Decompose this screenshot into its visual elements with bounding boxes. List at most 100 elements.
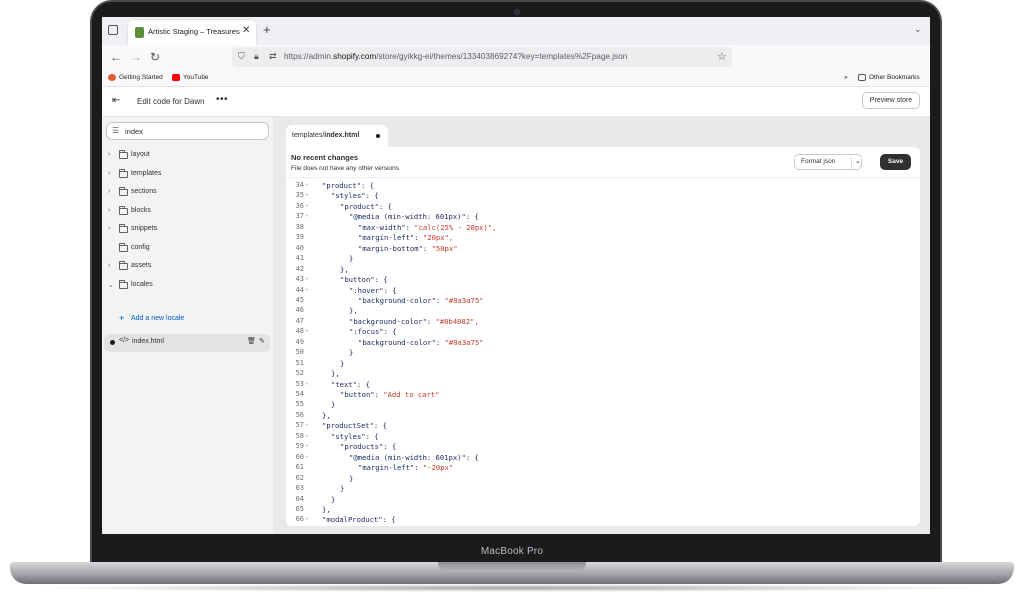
code-line[interactable]: 54 "button": "Add to cart": [286, 389, 920, 400]
code-line[interactable]: 63}: [286, 483, 920, 494]
add-locale-link[interactable]: + Add a new locale: [102, 311, 273, 329]
format-json-button[interactable]: Format json ⌄: [794, 154, 862, 170]
code-line[interactable]: 50}: [286, 347, 920, 358]
tree-item-assets[interactable]: › assets: [102, 258, 273, 276]
code-line[interactable]: 61 "margin-left": "-20px": [286, 462, 920, 473]
code-line[interactable]: 49 "background-color": "#0a3a75": [286, 337, 920, 348]
fold-chevron-icon[interactable]: ⌄: [305, 274, 309, 281]
code-line[interactable]: 48 ⌄ ":focus": {: [286, 326, 920, 337]
file-search-input[interactable]: ☰ index: [106, 122, 269, 140]
code-text: "modalProduct": {: [322, 515, 396, 525]
chevron-down-icon[interactable]: ⌄: [914, 24, 922, 35]
chevron-right-icon[interactable]: ›: [108, 225, 110, 232]
fold-chevron-icon[interactable]: ⌄: [305, 420, 309, 427]
more-bookmarks-icon[interactable]: »: [844, 74, 848, 81]
code-line[interactable]: 56},: [286, 410, 920, 421]
fold-chevron-icon[interactable]: ⌄: [305, 452, 309, 459]
back-icon[interactable]: ←: [110, 50, 122, 64]
json-string-value: "Add to cart": [383, 390, 440, 399]
code-line[interactable]: 43 ⌄ "button": {: [286, 274, 920, 285]
code-line[interactable]: 34 ⌄ "product": {: [286, 180, 920, 191]
code-line[interactable]: 45 "background-color": "#0a3a75": [286, 295, 920, 306]
line-number: 44: [295, 285, 304, 294]
code-line[interactable]: 59 ⌄ "products": {: [286, 441, 920, 452]
code-text: },: [331, 369, 340, 379]
permissions-icon[interactable]: ⇄: [269, 51, 277, 62]
fold-chevron-icon[interactable]: ⌄: [305, 201, 309, 208]
editor-tab[interactable]: templates/index.html: [286, 125, 388, 147]
code-line[interactable]: 58 ⌄ "styles": {: [286, 431, 920, 442]
fold-chevron-icon[interactable]: ⌄: [305, 190, 309, 197]
trash-icon[interactable]: 🗑︎: [247, 337, 256, 345]
code-line[interactable]: 44 ⌄ ":hover": {: [286, 285, 920, 296]
fold-chevron-icon[interactable]: ⌄: [305, 180, 309, 187]
new-tab-icon[interactable]: +: [263, 22, 271, 37]
code-line[interactable]: 60 ⌄ "@media (min-width: 601px)": {: [286, 452, 920, 463]
preview-store-button[interactable]: Preview store: [862, 92, 920, 109]
more-actions-icon[interactable]: •••: [216, 94, 228, 105]
code-line[interactable]: 38 "max-width": "calc(25% - 20px)",: [286, 222, 920, 233]
code-line[interactable]: 64}: [286, 494, 920, 505]
fold-chevron-icon[interactable]: ⌄: [305, 441, 309, 448]
code-line[interactable]: 41}: [286, 253, 920, 264]
chevron-right-icon[interactable]: ›: [108, 188, 110, 195]
chevron-right-icon[interactable]: ›: [108, 170, 110, 177]
tree-item-blocks[interactable]: › blocks: [102, 203, 273, 221]
chevron-right-icon[interactable]: ›: [108, 151, 110, 158]
tree-item-sections[interactable]: › sections: [102, 184, 273, 202]
code-line[interactable]: 35 ⌄ "styles": {: [286, 190, 920, 201]
tree-item-config[interactable]: config: [102, 240, 273, 258]
fold-chevron-icon[interactable]: ⌄: [305, 379, 309, 386]
url-bar[interactable]: ⛉ 🔒︎ ⇄ https://admin.shopify.com/store/g…: [232, 47, 732, 67]
code-text: }: [349, 348, 354, 358]
tree-item-snippets[interactable]: › snippets: [102, 221, 273, 239]
chevron-right-icon[interactable]: ›: [108, 207, 110, 214]
lock-icon[interactable]: 🔒︎: [254, 51, 259, 62]
exit-icon[interactable]: ⇤: [112, 95, 120, 106]
code-line[interactable]: 55}: [286, 399, 920, 410]
code-line[interactable]: 36 ⌄ "product": {: [286, 201, 920, 212]
code-line[interactable]: 40 "margin-bottom": "50px": [286, 243, 920, 254]
forward-icon[interactable]: →: [130, 50, 142, 64]
tree-item-locales[interactable]: ⌄ locales: [102, 277, 273, 295]
code-line[interactable]: 53 ⌄ "text": {: [286, 379, 920, 390]
url-text[interactable]: https://admin.shopify.com/store/gyikkg-e…: [284, 52, 627, 61]
tree-item-layout[interactable]: › layout: [102, 147, 273, 165]
code-line[interactable]: 57 ⌄ "productSet": {: [286, 420, 920, 431]
chevron-right-icon[interactable]: ›: [108, 262, 110, 269]
chevron-down-icon[interactable]: ⌄: [851, 157, 861, 169]
reload-icon[interactable]: ↻: [150, 50, 160, 64]
code-line[interactable]: 37 ⌄ "@media (min-width: 601px)": {: [286, 211, 920, 222]
browser-tab[interactable]: Artistic Staging – Treasures Stor ✕: [128, 20, 256, 45]
fold-chevron-icon[interactable]: ⌄: [305, 514, 309, 521]
other-bookmarks[interactable]: Other Bookmarks: [858, 74, 920, 81]
code-line[interactable]: 66 ⌄ "modalProduct": {: [286, 514, 920, 525]
tree-item-templates[interactable]: › templates: [102, 166, 273, 184]
code-line[interactable]: 51}: [286, 358, 920, 369]
open-file-item[interactable]: </> index.html 🗑︎ ✎: [104, 334, 270, 352]
chevron-down-icon[interactable]: ⌄: [108, 281, 114, 289]
shield-icon[interactable]: ⛉: [238, 51, 245, 62]
sidebar-toggle-icon[interactable]: [108, 25, 118, 35]
bookmark-star-icon[interactable]: ☆: [717, 50, 727, 63]
code-line[interactable]: 39 "margin-left": "20px",: [286, 232, 920, 243]
fold-chevron-icon[interactable]: ⌄: [305, 431, 309, 438]
code-editor[interactable]: 34 ⌄ "product": {35 ⌄ "styles": {36 ⌄ "product…: [286, 177, 920, 526]
fold-chevron-icon[interactable]: ⌄: [305, 285, 309, 292]
code-line[interactable]: 62}: [286, 473, 920, 484]
close-icon[interactable]: ✕: [242, 25, 250, 36]
code-line[interactable]: 42},: [286, 264, 920, 275]
code-line[interactable]: 47 "background-color": "#0b4082",: [286, 316, 920, 327]
code-text: "max-width": "calc(25% - 20px)",: [358, 223, 496, 232]
line-number: 59: [295, 442, 304, 451]
fold-chevron-icon[interactable]: ⌄: [305, 326, 309, 333]
code-line[interactable]: 46},: [286, 305, 920, 316]
pencil-icon[interactable]: ✎: [259, 337, 265, 345]
code-line[interactable]: 65},: [286, 504, 920, 515]
fold-chevron-icon[interactable]: ⌄: [305, 211, 309, 218]
code-line[interactable]: 52},: [286, 368, 920, 379]
bookmark-getting-started[interactable]: Getting Started: [108, 74, 163, 81]
format-json-label: Format json: [801, 158, 836, 165]
save-button[interactable]: Save: [880, 154, 911, 170]
bookmark-youtube[interactable]: YouTube: [172, 74, 209, 81]
